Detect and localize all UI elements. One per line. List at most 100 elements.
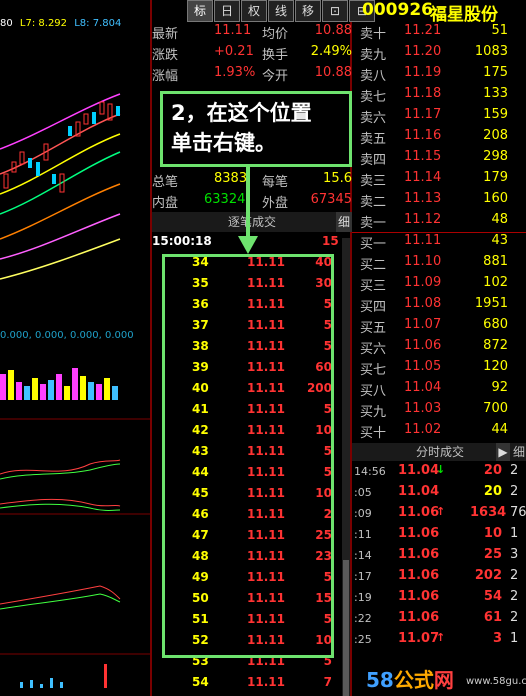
- buy-order-row[interactable]: 买九 11.03 700: [360, 401, 520, 422]
- sell-order-row[interactable]: 卖十 11.21 51: [360, 23, 520, 44]
- instruction-callout: 2，在这个位置 单击右键。: [160, 91, 352, 167]
- order-volume: 680: [483, 317, 508, 332]
- order-price: 11.06: [404, 338, 442, 353]
- order-level: 卖一: [360, 216, 387, 231]
- tab-mark[interactable]: 标: [187, 0, 213, 22]
- tab-line[interactable]: 线: [268, 0, 294, 22]
- fenshi-volume: 54: [483, 589, 502, 604]
- fenshi-row[interactable]: :14 11.06 25 3: [352, 547, 526, 568]
- quote-label: 均价: [262, 27, 289, 42]
- fenshi-volume: 20: [483, 463, 502, 478]
- trade-price: 11.11: [247, 675, 285, 689]
- order-price: 11.11: [404, 233, 442, 248]
- order-level: 买三: [360, 279, 387, 294]
- order-level: 买八: [360, 384, 387, 399]
- fenshi-price: 11.06: [398, 547, 440, 562]
- quote-row: 涨幅 1.93% 今开 10.88: [152, 65, 352, 86]
- highlight-box: [162, 254, 334, 658]
- sell-order-row[interactable]: 卖二 11.13 160: [360, 191, 520, 212]
- buy-order-row[interactable]: 买一 11.11 43: [360, 233, 520, 254]
- fenshi-row[interactable]: :09 11.06 ↑ 1634 76: [352, 505, 526, 526]
- kline-chart[interactable]: 80 L7: 8.292 L8: 7.804 0.000, 0.000, 0.0…: [0, 0, 150, 696]
- order-level: 卖十: [360, 27, 387, 42]
- fenshi-row[interactable]: :22 11.06 61 2: [352, 610, 526, 631]
- fenshi-price: 11.06: [398, 589, 440, 604]
- trade-volume: 7: [323, 675, 332, 689]
- order-volume: 43: [491, 233, 508, 248]
- stock-code: 000926: [362, 0, 433, 20]
- scrollbar-thumb[interactable]: [343, 560, 349, 696]
- order-volume: 700: [483, 401, 508, 416]
- buy-order-row[interactable]: 买二 11.10 881: [360, 254, 520, 275]
- fenshi-count: 76: [510, 505, 526, 520]
- indicator-value: 80: [0, 18, 13, 29]
- fenshi-play-icon[interactable]: ▶: [496, 443, 510, 461]
- fenshi-volume: 20: [483, 484, 502, 499]
- sell-order-row[interactable]: 卖九 11.20 1083: [360, 44, 520, 65]
- order-level: 卖九: [360, 48, 387, 63]
- tab-move[interactable]: 移: [295, 0, 321, 22]
- callout-line: 2，在这个位置: [171, 101, 312, 125]
- order-price: 11.07: [404, 317, 442, 332]
- fenshi-volume: 10: [483, 526, 502, 541]
- order-level: 卖二: [360, 195, 387, 210]
- buy-order-row[interactable]: 买三 11.09 102: [360, 275, 520, 296]
- fenshi-row[interactable]: :05 11.04 20 2: [352, 484, 526, 505]
- order-volume: 92: [491, 380, 508, 395]
- quote-label: 每笔: [262, 175, 289, 190]
- quote-value: 10.88: [314, 65, 352, 80]
- quote-value: 15.6: [323, 171, 352, 186]
- buy-order-row[interactable]: 买八 11.04 92: [360, 380, 520, 401]
- trades-first-vol: 15: [322, 234, 339, 248]
- fenshi-time: :25: [354, 633, 372, 646]
- sell-order-row[interactable]: 卖三 11.14 179: [360, 170, 520, 191]
- order-volume: 159: [483, 107, 508, 122]
- order-price: 11.21: [404, 23, 442, 38]
- buy-order-row[interactable]: 买五 11.07 680: [360, 317, 520, 338]
- order-price: 11.05: [404, 359, 442, 374]
- fenshi-row[interactable]: :19 11.06 54 2: [352, 589, 526, 610]
- fenshi-detail-button[interactable]: 细: [512, 443, 526, 461]
- buy-order-row[interactable]: 买十 11.02 44: [360, 422, 520, 443]
- fenshi-row[interactable]: :11 11.06 10 1: [352, 526, 526, 547]
- sell-order-row[interactable]: 卖六 11.17 159: [360, 107, 520, 128]
- indicator-value: L8: 7.804: [74, 18, 122, 29]
- quote-value: +0.21: [214, 44, 254, 59]
- trade-row[interactable]: 54 11.11 7: [152, 675, 342, 696]
- fenshi-time: :14: [354, 549, 372, 562]
- buy-order-row[interactable]: 买七 11.05 120: [360, 359, 520, 380]
- fenshi-row[interactable]: :25 11.07 ↑ 3 1: [352, 631, 526, 652]
- quote-label: 内盘: [152, 196, 179, 211]
- sell-order-row[interactable]: 卖四 11.15 298: [360, 149, 520, 170]
- fenshi-time: :09: [354, 507, 372, 520]
- order-price: 11.19: [404, 65, 442, 80]
- order-level: 买九: [360, 405, 387, 420]
- buy-order-row[interactable]: 买六 11.06 872: [360, 338, 520, 359]
- sell-order-row[interactable]: 卖八 11.19 175: [360, 65, 520, 86]
- order-price: 11.18: [404, 86, 442, 101]
- quote-label: 涨跌: [152, 48, 179, 63]
- order-level: 卖五: [360, 132, 387, 147]
- fenshi-row[interactable]: :17 11.06 202 2: [352, 568, 526, 589]
- sell-order-row[interactable]: 卖五 11.16 208: [360, 128, 520, 149]
- fenshi-row[interactable]: 14:56 11.04 ↓ 20 2: [352, 463, 526, 484]
- tab-day[interactable]: 日: [214, 0, 240, 22]
- fenshi-volume: 3: [492, 631, 502, 646]
- quote-row: 最新 11.11 均价 10.88: [152, 23, 352, 44]
- trades-detail-button[interactable]: 细: [336, 212, 352, 232]
- chart-drawing: [0, 93, 150, 688]
- sell-order-row[interactable]: 卖七 11.18 133: [360, 86, 520, 107]
- tab-window-icon[interactable]: ⊡: [322, 0, 348, 22]
- callout-arrow-icon: [238, 166, 258, 254]
- tab-rights[interactable]: 权: [241, 0, 267, 22]
- buy-order-row[interactable]: 买四 11.08 1951: [360, 296, 520, 317]
- quote-label: 最新: [152, 27, 179, 42]
- quote-label: 总笔: [152, 175, 179, 190]
- quote-label: 今开: [262, 69, 289, 84]
- fenshi-count: 2: [510, 568, 519, 583]
- order-price: 11.02: [404, 422, 442, 437]
- order-level: 买五: [360, 321, 387, 336]
- order-price: 11.09: [404, 275, 442, 290]
- quote-value: 1.93%: [214, 65, 256, 80]
- sell-order-row[interactable]: 卖一 11.12 48: [360, 212, 520, 233]
